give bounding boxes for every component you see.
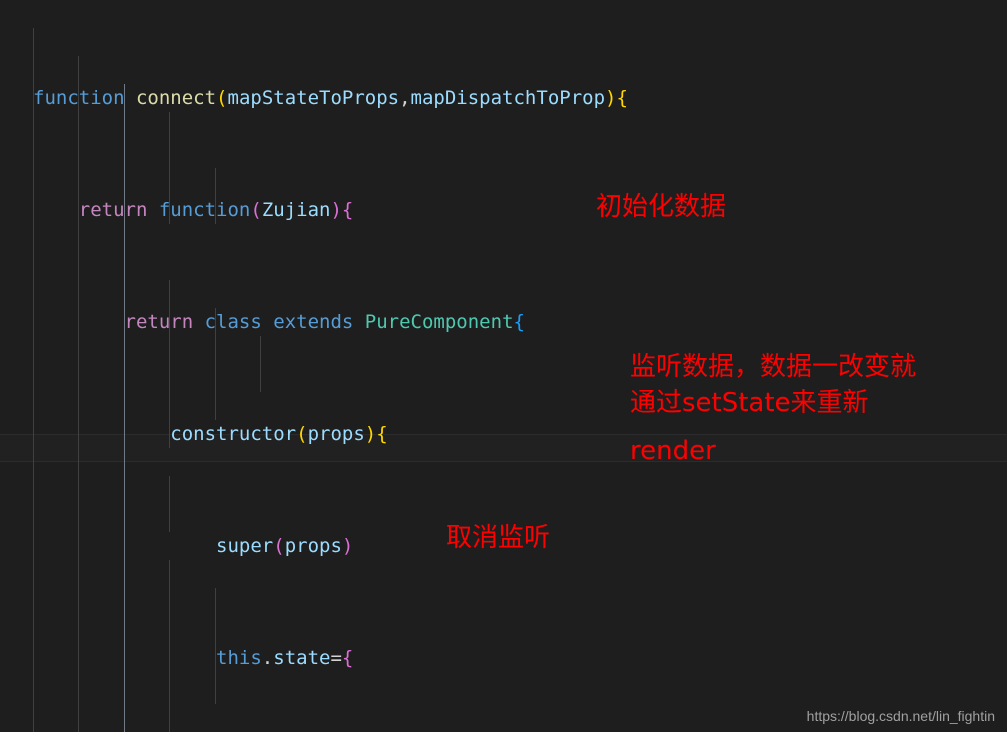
token-operator: = xyxy=(330,647,342,669)
token-keyword: function xyxy=(33,87,125,109)
token-this: this xyxy=(216,647,262,669)
code-line-1: function connect(mapStateToProps,mapDisp… xyxy=(0,84,1007,112)
token-control: return xyxy=(124,311,194,333)
token-bracket: { xyxy=(513,311,525,333)
code-editor-viewport[interactable]: function connect(mapStateToProps,mapDisp… xyxy=(0,0,1007,732)
token-bracket: ( xyxy=(273,535,285,557)
token-property: state xyxy=(273,647,331,669)
token-bracket: ( xyxy=(296,423,308,445)
annotation-listen-data: 监听数据，数据一改变就 xyxy=(630,352,917,382)
watermark-url: https://blog.csdn.net/lin_fightin xyxy=(806,708,995,724)
token-param: props xyxy=(307,423,365,445)
token-keyword: function xyxy=(158,199,251,221)
token-param: mapDispatchToProp xyxy=(410,87,606,109)
token-param: Zujian xyxy=(261,199,331,221)
token-dot: . xyxy=(261,647,274,669)
code-line-3: return class extends PureComponent{ xyxy=(0,308,1007,336)
token-method-name: constructor xyxy=(170,423,297,445)
token-bracket: { xyxy=(616,87,628,109)
token-bracket: ) xyxy=(605,87,617,109)
annotation-render: render xyxy=(630,436,716,466)
token-call: super xyxy=(216,535,274,557)
token-control: return xyxy=(78,199,148,221)
code-line-6: this.state={ xyxy=(0,644,1007,672)
token-bracket: ) xyxy=(341,535,354,557)
token-bracket: { xyxy=(341,647,354,669)
token-param: mapStateToProps xyxy=(227,87,400,109)
token-param: props xyxy=(284,535,342,557)
token-punct: , xyxy=(399,87,411,109)
token-function-name: connect xyxy=(135,87,217,109)
token-bracket: ) xyxy=(330,199,342,221)
token-keyword: class xyxy=(204,311,262,333)
token-bracket: ( xyxy=(250,199,262,221)
annotation-init-data: 初始化数据 xyxy=(596,192,727,222)
token-type: PureComponent xyxy=(364,311,514,333)
code-line-2: return function(Zujian){ xyxy=(0,196,1007,224)
code-line-4: constructor(props){ xyxy=(0,420,1007,448)
token-keyword: extends xyxy=(273,311,354,333)
token-bracket: { xyxy=(376,423,388,445)
annotation-cancel-listen: 取消监听 xyxy=(446,523,551,553)
token-bracket: ( xyxy=(216,87,228,109)
token-bracket: { xyxy=(341,199,354,221)
token-bracket: ) xyxy=(364,423,377,445)
annotation-setstate-rerender: 通过setState来重新 xyxy=(630,388,869,418)
